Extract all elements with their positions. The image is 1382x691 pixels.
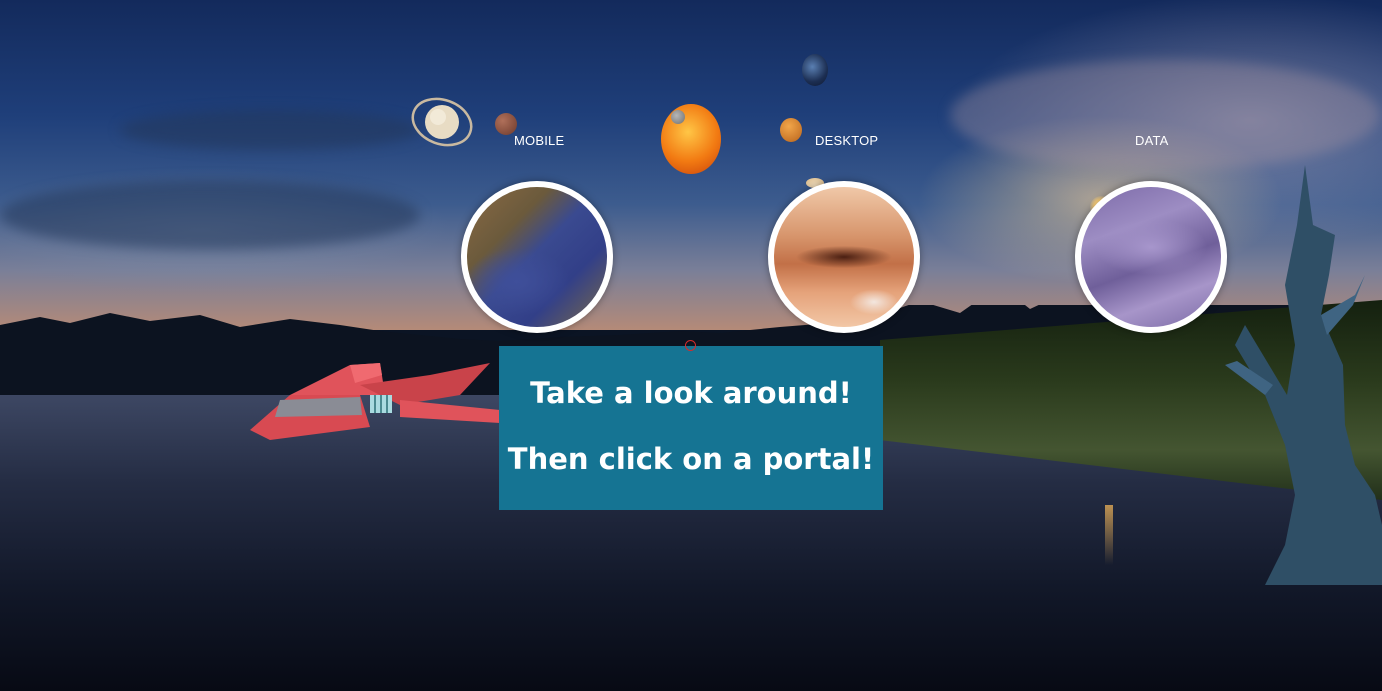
portal-label-mobile: MOBILE bbox=[514, 133, 565, 148]
mars-icon bbox=[495, 113, 517, 135]
reticle-icon bbox=[685, 340, 696, 351]
instruction-line-1: Take a look around! bbox=[530, 376, 852, 410]
portal-label-data: DATA bbox=[1135, 133, 1169, 148]
portal-label-desktop: DESKTOP bbox=[815, 133, 879, 148]
earth-icon bbox=[802, 54, 828, 86]
instruction-panel: Take a look around! Then click on a port… bbox=[499, 346, 883, 510]
portal-data[interactable] bbox=[1075, 181, 1227, 333]
vr-scene: MOBILE DESKTOP DATA Take a look around! … bbox=[0, 0, 1382, 691]
moon-icon bbox=[671, 110, 685, 124]
saturn-icon bbox=[411, 97, 473, 147]
sun-icon bbox=[661, 104, 721, 174]
venus-icon bbox=[780, 118, 802, 142]
spaceship-icon bbox=[250, 363, 500, 440]
cloud bbox=[120, 110, 420, 150]
instruction-line-2: Then click on a portal! bbox=[507, 442, 875, 476]
portal-mobile[interactable] bbox=[461, 181, 613, 333]
sun-reflection bbox=[1105, 505, 1113, 565]
tree-icon bbox=[1225, 165, 1382, 585]
cloud bbox=[950, 60, 1380, 170]
cloud bbox=[0, 180, 420, 250]
portal-desktop[interactable] bbox=[768, 181, 920, 333]
